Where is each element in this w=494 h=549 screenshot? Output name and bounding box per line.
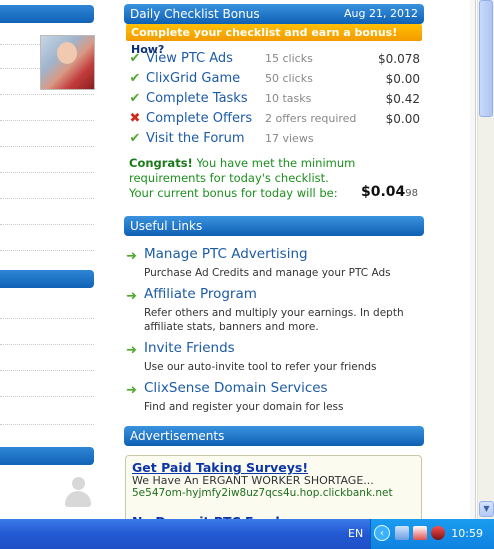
- checklist-item-meta: 50 clicks: [265, 72, 313, 85]
- left-divider: [0, 344, 94, 345]
- checklist-row: ✔ Complete Tasks 10 tasks $0.42: [128, 90, 420, 110]
- ad-title-link[interactable]: Get Paid Taking Surveys!: [132, 460, 308, 475]
- scrollbar-thumb[interactable]: [479, 0, 493, 117]
- useful-link-title[interactable]: Affiliate Program: [144, 286, 257, 302]
- frame-border: [470, 0, 476, 519]
- bonus-amount: $0.0498: [361, 184, 418, 200]
- checklist-item-amount: $0.00: [385, 72, 420, 86]
- useful-link-title[interactable]: Manage PTC Advertising: [144, 246, 308, 262]
- left-panel-header: [0, 447, 94, 465]
- checkmark-icon: ✔: [129, 51, 141, 66]
- bonus-label: Your current bonus for today will be:: [129, 186, 338, 200]
- checklist-date: Aug 21, 2012: [344, 7, 418, 20]
- left-divider: [0, 318, 94, 319]
- checklist-item-amount: $0.42: [385, 92, 420, 106]
- arrow-right-icon: ➜: [126, 289, 137, 304]
- useful-link-title[interactable]: Invite Friends: [144, 340, 235, 356]
- arrow-right-icon: ➜: [126, 249, 137, 264]
- useful-link-title[interactable]: ClixSense Domain Services: [144, 380, 328, 396]
- checklist-item-meta: 17 views: [265, 132, 314, 145]
- user-avatar[interactable]: [40, 35, 95, 90]
- useful-links-title: Useful Links: [130, 219, 203, 233]
- useful-links-header: Useful Links: [124, 216, 424, 236]
- ad-text: We Have An ERGANT WORKER SHORTAGE...: [132, 474, 374, 487]
- checkmark-icon: ✔: [129, 91, 141, 106]
- useful-link-desc: Use our auto-invite tool to refer your f…: [144, 361, 377, 373]
- checklist-header: Daily Checklist Bonus Aug 21, 2012: [124, 4, 424, 24]
- useful-link-desc: Purchase Ad Credits and manage your PTC …: [144, 267, 391, 279]
- left-divider: [0, 250, 94, 251]
- checklist-item-link[interactable]: Complete Tasks: [146, 91, 248, 106]
- checkmark-icon: ✔: [129, 131, 141, 146]
- arrow-right-icon: ➜: [126, 383, 137, 398]
- promo-text: Complete your checklist and earn a bonus…: [131, 26, 398, 39]
- ad-url[interactable]: 5e547om-hyjmfy2iw8uz7qcs4u.hop.clickbank…: [132, 487, 393, 499]
- ad-panel: Get Paid Taking Surveys! We Have An ERGA…: [125, 455, 422, 529]
- security-icon[interactable]: [413, 526, 427, 540]
- checkmark-icon: ✔: [129, 71, 141, 86]
- congrats-heading: Congrats!: [129, 156, 193, 170]
- checklist-item-link[interactable]: Visit the Forum: [146, 131, 245, 146]
- left-panel-header: [0, 5, 94, 23]
- arrow-right-icon: ➜: [126, 343, 137, 358]
- left-divider: [0, 172, 94, 173]
- show-hidden-icons-icon[interactable]: ‹: [374, 525, 390, 541]
- checklist-item-link[interactable]: View PTC Ads: [146, 51, 233, 66]
- checklist-item-meta: 2 offers required: [265, 112, 357, 125]
- user-placeholder-icon: [64, 477, 92, 509]
- left-divider: [0, 396, 94, 397]
- checklist-item-amount: $0.078: [378, 52, 420, 66]
- taskbar: EN ‹ 10:59: [0, 519, 494, 549]
- checklist-row: ✔ Visit the Forum 17 views: [128, 130, 420, 150]
- left-divider: [0, 120, 94, 121]
- useful-link-desc: Find and register your domain for less: [144, 401, 344, 413]
- checklist-row: ✔ ClixGrid Game 50 clicks $0.00: [128, 70, 420, 90]
- shield-icon[interactable]: [431, 526, 445, 540]
- language-indicator[interactable]: EN: [348, 527, 363, 540]
- left-divider: [0, 94, 94, 95]
- advertisements-header: Advertisements: [124, 426, 424, 446]
- checklist-item-amount: $0.00: [385, 112, 420, 126]
- scroll-down-button[interactable]: ▼: [479, 501, 494, 517]
- bonus-main: $0.04: [360, 184, 406, 200]
- checklist-row: ✔ View PTC Ads 15 clicks $0.078: [128, 50, 420, 70]
- advertisements-title: Advertisements: [130, 429, 225, 443]
- left-panel-header: [0, 270, 94, 288]
- taskbar-clock[interactable]: 10:59: [451, 527, 483, 540]
- left-divider: [0, 370, 94, 371]
- checklist-title: Daily Checklist Bonus: [130, 7, 260, 21]
- checklist-item-link[interactable]: Complete Offers: [146, 111, 252, 126]
- left-divider: [0, 198, 94, 199]
- network-icon[interactable]: [395, 526, 409, 540]
- checklist-item-meta: 10 tasks: [265, 92, 312, 105]
- checklist-item-link[interactable]: ClixGrid Game: [146, 71, 240, 86]
- bonus-fraction: 98: [405, 188, 418, 199]
- cross-icon: ✖: [129, 111, 141, 126]
- useful-link-desc: Refer others and multiply your earnings.…: [144, 307, 404, 333]
- checklist-row: ✖ Complete Offers 2 offers required $0.0…: [128, 110, 420, 130]
- left-divider: [0, 424, 94, 425]
- left-divider: [0, 224, 94, 225]
- checklist-item-meta: 15 clicks: [265, 52, 313, 65]
- left-divider: [0, 146, 94, 147]
- system-tray: ‹ 10:59: [370, 519, 494, 549]
- vertical-scrollbar[interactable]: ▼: [477, 0, 494, 519]
- checklist-promo-bar: Complete your checklist and earn a bonus…: [126, 24, 422, 56]
